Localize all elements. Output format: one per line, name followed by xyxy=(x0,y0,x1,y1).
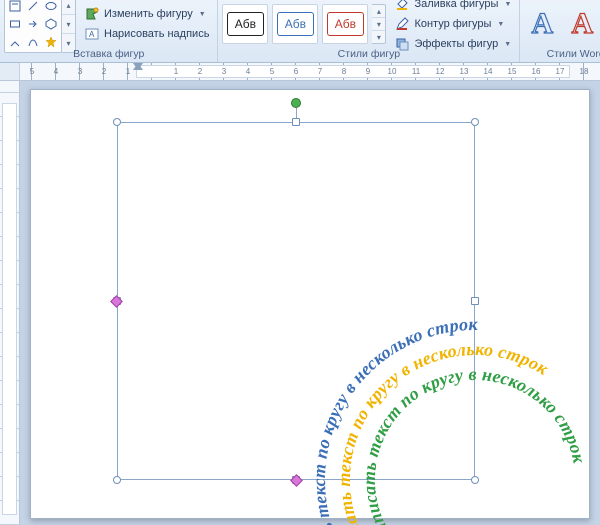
ruler-vertical[interactable] xyxy=(0,81,20,525)
ribbon: ▴ ▾ ▾ Изменить фигуру ▼ A Нарисовать над… xyxy=(0,0,600,63)
group-shape-styles: Абв Абв Абв ▴ ▾ ▾ Заливка фигуры ▼ Конту… xyxy=(217,0,519,62)
wordart-object[interactable]: Как написать текст по кругу в несколько … xyxy=(117,122,475,480)
resize-handle-tr[interactable] xyxy=(471,118,479,126)
textbox-icon: A xyxy=(84,26,100,42)
shape-gallery[interactable] xyxy=(4,0,62,53)
shape-rect-icon[interactable] xyxy=(7,16,23,32)
shape-arrow-icon[interactable] xyxy=(25,16,41,32)
gallery-up-icon[interactable]: ▴ xyxy=(62,0,75,15)
style-gallery-scroll[interactable]: ▴ ▾ ▾ xyxy=(372,4,386,44)
gallery-down-icon[interactable]: ▾ xyxy=(372,18,385,31)
group-label-wordart: Стили WordArt xyxy=(524,47,600,61)
resize-handle-tl[interactable] xyxy=(113,118,121,126)
gallery-up-icon[interactable]: ▴ xyxy=(372,5,385,18)
shape-style-1[interactable]: Абв xyxy=(222,4,268,44)
bucket-icon xyxy=(394,0,410,12)
shape-fill-label: Заливка фигуры xyxy=(414,0,498,10)
shape-hex-icon[interactable] xyxy=(43,16,59,32)
draw-textbox-label: Нарисовать надпись xyxy=(104,28,209,40)
shape-fill-button[interactable]: Заливка фигуры ▼ xyxy=(390,0,515,14)
shape-oval-icon[interactable] xyxy=(43,0,59,14)
edit-shape-label: Изменить фигуру xyxy=(104,8,193,20)
wordart-style-1[interactable]: A xyxy=(524,4,560,44)
shape-line-icon[interactable] xyxy=(25,0,41,14)
shape-gallery-scroll[interactable]: ▴ ▾ ▾ xyxy=(62,0,76,53)
gallery-more-icon[interactable]: ▾ xyxy=(372,31,385,43)
pen-icon xyxy=(394,16,410,32)
document-area[interactable]: Как написать текст по кругу в несколько … xyxy=(20,81,600,525)
edit-shape-icon xyxy=(84,6,100,22)
dropdown-icon: ▼ xyxy=(199,11,206,18)
svg-text:A: A xyxy=(89,30,95,39)
ruler-horizontal[interactable]: 54321123456789101112131415161718192021 xyxy=(0,63,600,81)
shape-style-3[interactable]: Абв xyxy=(322,4,368,44)
edit-shape-button[interactable]: Изменить фигуру ▼ xyxy=(80,4,213,24)
ruler-numbers: 54321123456789101112131415161718192021 xyxy=(20,63,600,80)
shape-textbox-icon[interactable] xyxy=(7,0,23,14)
indent-left[interactable] xyxy=(133,63,143,70)
group-label-styles: Стили фигур xyxy=(222,47,515,61)
ruler-corner xyxy=(0,63,20,80)
shape-style-2[interactable]: Абв xyxy=(272,4,318,44)
page: Как написать текст по кругу в несколько … xyxy=(30,89,590,519)
wordart-style-2[interactable]: A xyxy=(564,4,600,44)
resize-handle-bl[interactable] xyxy=(113,476,121,484)
rotate-handle[interactable] xyxy=(291,98,301,108)
gallery-down-icon[interactable]: ▾ xyxy=(62,15,75,34)
resize-handle-t[interactable] xyxy=(292,118,300,126)
dropdown-icon: ▼ xyxy=(504,1,511,8)
group-insert-shapes: ▴ ▾ ▾ Изменить фигуру ▼ A Нарисовать над… xyxy=(0,0,217,62)
shape-outline-label: Контур фигуры xyxy=(414,18,491,30)
shape-outline-button[interactable]: Контур фигуры ▼ xyxy=(390,14,515,34)
wordart-text-svg: Как написать текст по кругу в несколько … xyxy=(296,301,600,525)
group-label-insert: Вставка фигур xyxy=(4,47,213,61)
draw-textbox-button[interactable]: A Нарисовать надпись xyxy=(80,24,213,44)
dropdown-icon: ▼ xyxy=(497,21,504,28)
group-wordart-styles: A A A Стили WordArt xyxy=(519,0,600,62)
